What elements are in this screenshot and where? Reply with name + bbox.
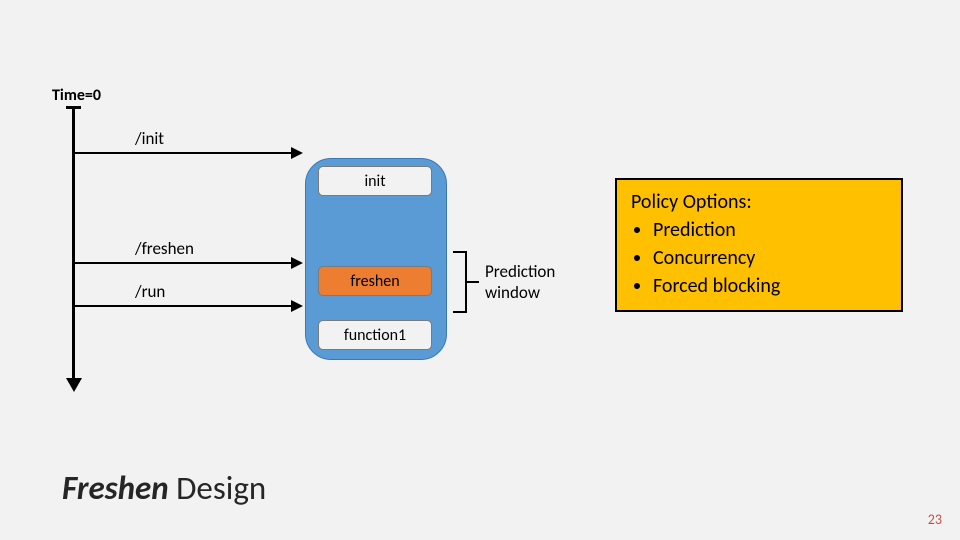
stage-box-freshen: freshen [318,266,432,296]
policy-options-panel: Policy Options: Prediction Concurrency F… [615,178,903,312]
policy-heading: Policy Options: [631,188,887,216]
arrow-freshen [75,262,293,264]
slide-title-em: Freshen [62,468,169,508]
prediction-window-label: Prediction window [485,261,555,304]
policy-item-concurrency: Concurrency [653,244,887,272]
prediction-bracket [453,251,471,313]
slide-title-rest: Design [169,468,267,508]
policy-item-prediction: Prediction [653,216,887,244]
policy-item-blocking: Forced blocking [653,272,887,300]
time-zero-label: Time=0 [52,86,101,105]
prediction-window-line1: Prediction [485,261,555,282]
call-label-run: /run [135,281,165,302]
call-label-freshen: /freshen [135,238,194,259]
slide-title: Freshen Design [62,468,266,508]
arrow-run [75,305,293,307]
page-number: 23 [928,511,942,528]
stage-box-function1: function1 [318,320,432,350]
arrow-init [75,152,293,154]
call-label-init: /init [135,128,164,149]
prediction-window-line2: window [485,282,540,303]
timeline-axis [72,108,75,380]
stage-box-init: init [318,166,432,196]
